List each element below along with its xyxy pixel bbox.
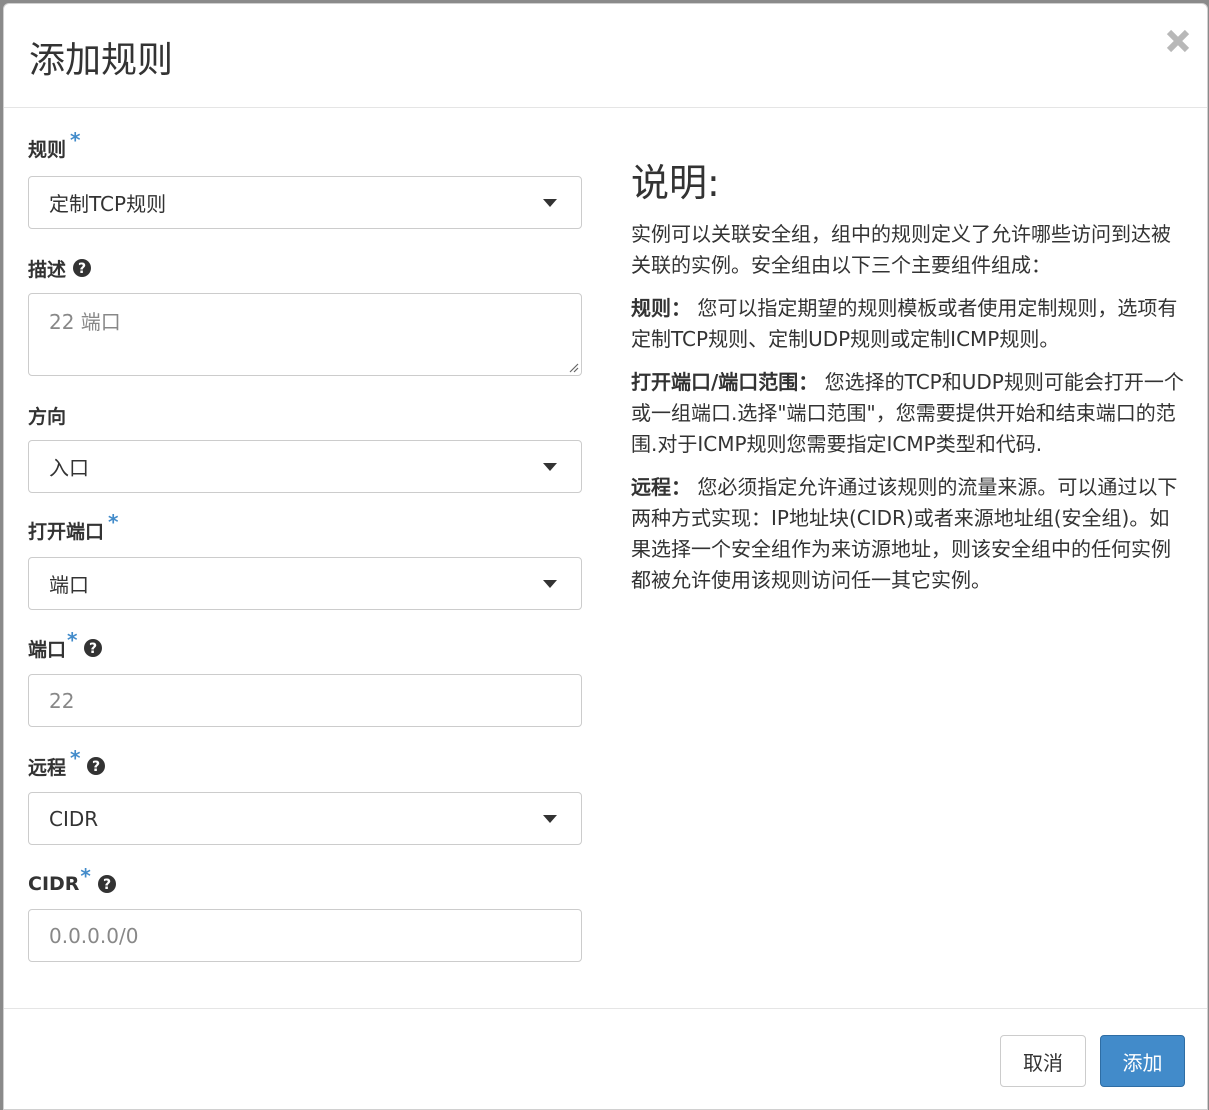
description-field-group: 描述 ? 22 端口 <box>28 255 582 376</box>
port-input[interactable]: 22 <box>28 674 582 727</box>
cidr-label-row: CIDR * ? <box>28 864 582 897</box>
required-star: * <box>70 128 81 152</box>
direction-select[interactable]: 入口 <box>28 440 582 493</box>
description-label-row: 描述 ? <box>28 255 582 281</box>
resize-handle-icon[interactable] <box>567 361 579 373</box>
port-label: 端口 <box>28 638 67 661</box>
cidr-placeholder: 0.0.0.0/0 <box>49 923 139 948</box>
required-star: * <box>70 746 81 770</box>
caret-down-icon <box>543 815 557 823</box>
open-port-label-row: 打开端口 * <box>28 510 582 543</box>
svg-text:?: ? <box>89 641 97 657</box>
rule-label: 规则 <box>28 138 67 161</box>
remote-select[interactable]: CIDR <box>28 792 582 845</box>
help-panel: 说明: 实例可以关联安全组，组中的规则定义了允许哪些访问到达被关联的实例。安全组… <box>631 159 1186 608</box>
add-button[interactable]: 添加 <box>1100 1035 1185 1087</box>
rule-select[interactable]: 定制TCP规则 <box>28 176 582 229</box>
remote-label-row: 远程 * ? <box>28 746 582 779</box>
direction-label-row: 方向 <box>28 402 582 428</box>
question-circle-icon[interactable]: ? <box>72 258 92 278</box>
cidr-label: CIDR <box>28 873 80 895</box>
help-remote-desc: 您必须指定允许通过该规则的流量来源。可以通过以下两种方式实现：IP地址块(CID… <box>631 475 1178 592</box>
open-port-label: 打开端口 <box>28 520 105 543</box>
port-placeholder: 22 <box>49 688 75 713</box>
question-circle-icon[interactable]: ? <box>97 874 117 894</box>
open-port-select-value: 端口 <box>49 573 89 597</box>
cancel-button[interactable]: 取消 <box>1000 1035 1086 1087</box>
help-remote-paragraph: 远程： 您必须指定允许通过该规则的流量来源。可以通过以下两种方式实现：IP地址块… <box>631 472 1186 596</box>
help-port-paragraph: 打开端口/端口范围： 您选择的TCP和UDP规则可能会打开一个或一组端口.选择"… <box>631 367 1186 460</box>
open-port-select[interactable]: 端口 <box>28 557 582 610</box>
port-label-row: 端口 * ? <box>28 628 582 661</box>
required-star: * <box>108 510 119 534</box>
cidr-field-group: CIDR * ? 0.0.0.0/0 <box>28 864 582 962</box>
caret-down-icon <box>543 199 557 207</box>
required-star: * <box>80 864 91 888</box>
help-rule-desc: 您可以指定期望的规则模板或者使用定制规则，选项有定制TCP规则、定制UDP规则或… <box>631 296 1178 351</box>
help-intro: 实例可以关联安全组，组中的规则定义了允许哪些访问到达被关联的实例。安全组由以下三… <box>631 222 1171 277</box>
remote-select-value: CIDR <box>49 806 99 831</box>
modal-title: 添加规则 <box>29 40 174 81</box>
help-remote-term: 远程： <box>631 475 691 499</box>
modal-footer: 取消 添加 <box>4 1008 1207 1109</box>
port-field-group: 端口 * ? 22 <box>28 628 582 727</box>
modal-body: 规则 * 定制TCP规则 描述 ? 22 端口 方向 入口 打开端口 * 端口 … <box>4 108 1207 1008</box>
svg-text:?: ? <box>78 261 86 277</box>
rule-field-group: 规则 * 定制TCP规则 <box>28 128 582 229</box>
cidr-input[interactable]: 0.0.0.0/0 <box>28 909 582 962</box>
caret-down-icon <box>543 580 557 588</box>
direction-field-group: 方向 入口 <box>28 402 582 493</box>
help-title: 说明: <box>631 161 720 205</box>
required-star: * <box>67 628 78 652</box>
add-rule-modal: 添加规则 规则 * 定制TCP规则 描述 ? 22 端口 方向 入口 打开端口 … <box>3 3 1208 1110</box>
rule-select-value: 定制TCP规则 <box>49 192 167 216</box>
modal-header: 添加规则 <box>4 4 1207 108</box>
svg-text:?: ? <box>103 877 111 893</box>
remote-field-group: 远程 * ? CIDR <box>28 746 582 845</box>
direction-select-value: 入口 <box>49 456 89 480</box>
open-port-field-group: 打开端口 * 端口 <box>28 510 582 610</box>
svg-text:?: ? <box>92 759 100 775</box>
question-circle-icon[interactable]: ? <box>83 638 103 658</box>
remote-label: 远程 <box>28 756 67 779</box>
close-icon[interactable] <box>1163 24 1193 58</box>
description-textarea[interactable]: 22 端口 <box>28 293 582 376</box>
description-label: 描述 <box>28 258 67 281</box>
help-rule-term: 规则： <box>631 296 691 320</box>
help-rule-paragraph: 规则： 您可以指定期望的规则模板或者使用定制规则，选项有定制TCP规则、定制UD… <box>631 293 1186 355</box>
direction-label: 方向 <box>28 405 67 428</box>
description-placeholder: 22 端口 <box>49 310 121 334</box>
help-port-term: 打开端口/端口范围： <box>631 370 819 394</box>
rule-label-row: 规则 * <box>28 128 582 161</box>
question-circle-icon[interactable]: ? <box>86 756 106 776</box>
caret-down-icon <box>543 463 557 471</box>
